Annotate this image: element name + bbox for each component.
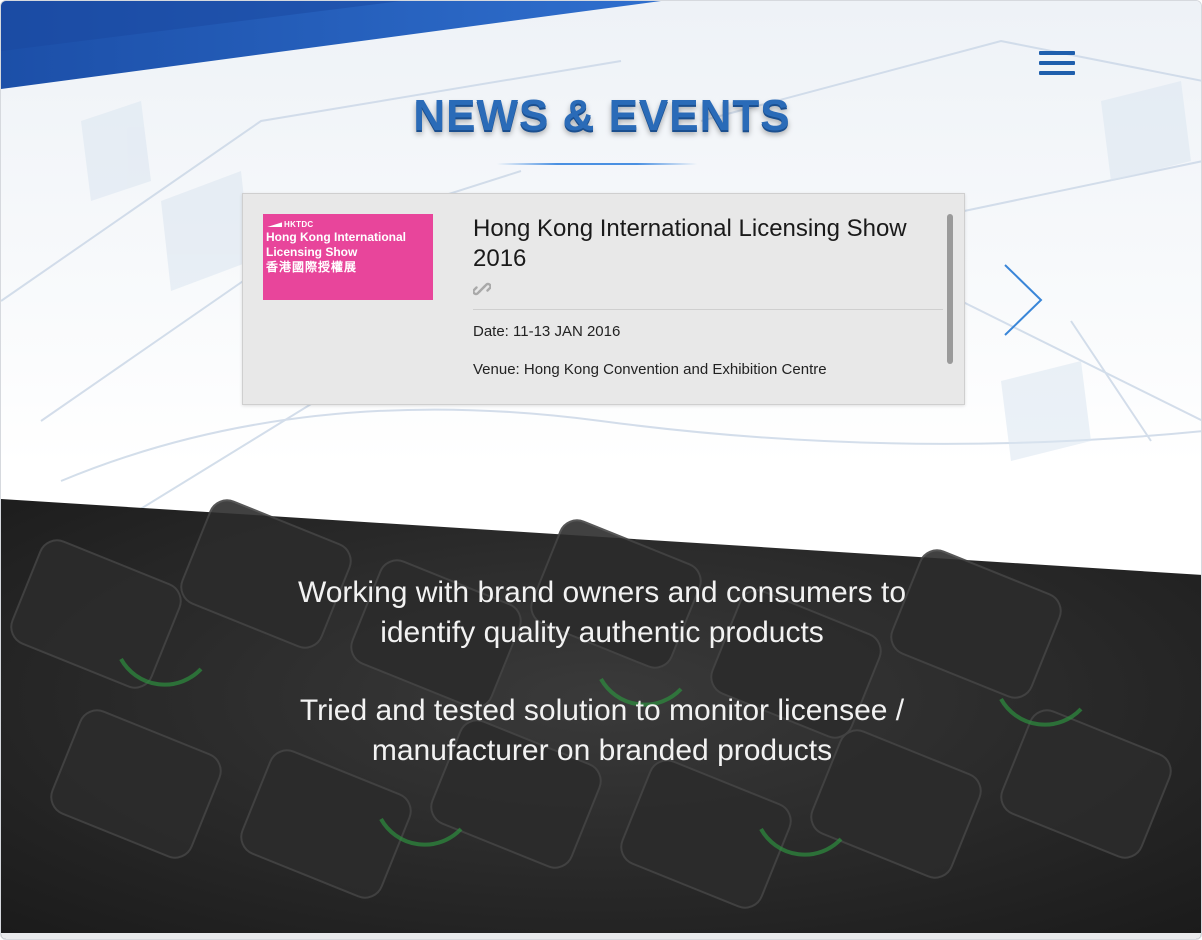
- chevron-right-icon[interactable]: [1001, 261, 1045, 339]
- card-scrollbar[interactable]: [947, 214, 953, 364]
- title-underline: [497, 163, 697, 165]
- bottom-strip: [1, 933, 1201, 939]
- thumbnail-name-line2: Licensing Show: [266, 245, 358, 259]
- link-icon[interactable]: [473, 280, 491, 298]
- hamburger-menu-icon[interactable]: [1039, 51, 1075, 79]
- corner-banner: [1, 1, 661, 89]
- thumbnail-org: HKTDC: [266, 220, 429, 230]
- section-title: NEWS & EVENTS: [413, 91, 791, 140]
- news-card[interactable]: HKTDC Hong Kong International Licensing …: [242, 193, 965, 405]
- promo-text-2b: manufacturer on branded products: [371, 734, 833, 767]
- promo-text-1a: Working with brand owners and consumers …: [297, 576, 907, 609]
- news-body: Hong Kong International Licensing Show 2…: [473, 214, 943, 380]
- promo-text-1b: identify quality authentic products: [380, 616, 824, 649]
- news-title[interactable]: Hong Kong International Licensing Show 2…: [473, 214, 943, 274]
- promo-text-2: Tried and tested solution to monitor lic…: [1, 691, 1201, 771]
- promo-text-1: Working with brand owners and consumers …: [1, 573, 1201, 653]
- page-frame: NEWS & EVENTS HKTDC Hong Kong Internatio…: [0, 0, 1202, 940]
- news-date: Date: 11-13 JAN 2016: [473, 323, 621, 340]
- promo-band: Working with brand owners and consumers …: [1, 499, 1201, 939]
- news-venue: Venue: Hong Kong Convention and Exhibiti…: [473, 361, 827, 378]
- news-thumbnail[interactable]: HKTDC Hong Kong International Licensing …: [263, 214, 433, 300]
- news-divider: [473, 309, 943, 310]
- promo-text-2a: Tried and tested solution to monitor lic…: [299, 694, 905, 727]
- thumbnail-name-line1: Hong Kong International: [266, 230, 406, 244]
- thumbnail-name-cn: 香港國際授權展: [266, 260, 358, 274]
